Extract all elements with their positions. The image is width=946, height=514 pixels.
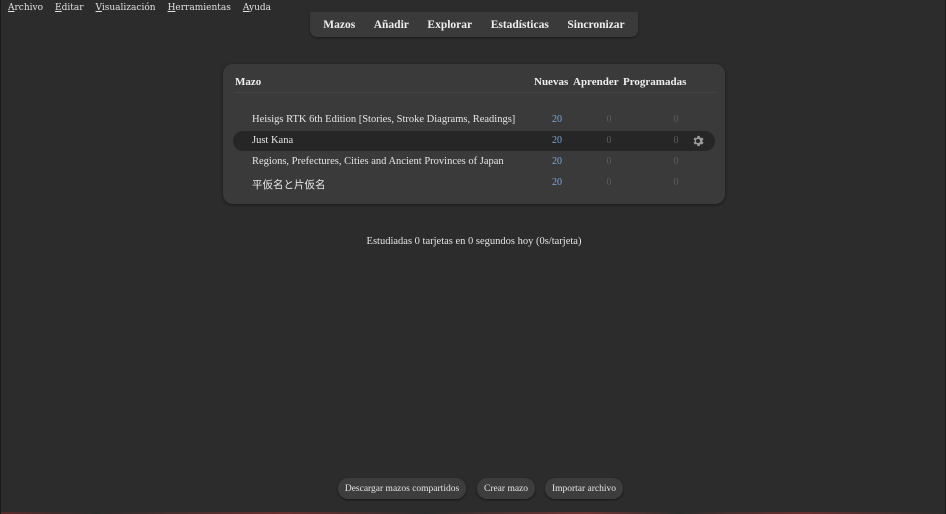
menu-herramientas[interactable]: Herramientas: [167, 3, 232, 13]
header-due: Programadas: [623, 76, 687, 88]
header-learn: Aprender: [573, 76, 619, 88]
deck-row-current[interactable]: Just Kana 20 0 0: [233, 131, 715, 151]
deck-name-link[interactable]: Heisigs RTK 6th Edition [Stories, Stroke…: [252, 114, 515, 125]
deck-row[interactable]: Regions, Prefectures, Cities and Ancient…: [233, 152, 715, 172]
deck-name-link[interactable]: 平仮名と片仮名: [252, 177, 326, 192]
new-count: 20: [552, 135, 562, 146]
toolbar-decks-button[interactable]: Mazos: [321, 17, 357, 33]
menu-ayuda[interactable]: Ayuda: [242, 3, 272, 13]
header-new: Nuevas: [534, 76, 569, 88]
toolbar-stats-button[interactable]: Estadísticas: [489, 17, 551, 33]
get-shared-decks-button[interactable]: Descargar mazos compartidos: [338, 478, 466, 499]
toolbar-browse-button[interactable]: Explorar: [425, 17, 474, 33]
menu-editar[interactable]: Editar: [54, 3, 85, 13]
top-toolbar: Mazos Añadir Explorar Estadísticas Sincr…: [310, 12, 638, 37]
menu-visualizacion[interactable]: Visualización: [95, 3, 157, 13]
study-stats-text: Estudiadas 0 tarjetas en 0 segundos hoy …: [366, 236, 582, 247]
toolbar-sync-button[interactable]: Sincronizar: [565, 17, 626, 33]
menu-archivo[interactable]: Archivo: [7, 3, 44, 13]
learn-count: 0: [606, 177, 612, 188]
due-count: 0: [673, 156, 679, 167]
new-count: 20: [552, 114, 562, 125]
deck-row[interactable]: 平仮名と片仮名 20 0 0: [233, 173, 715, 193]
due-count: 0: [673, 114, 679, 125]
gear-icon[interactable]: [691, 134, 705, 148]
learn-count: 0: [606, 156, 612, 167]
bottom-button-bar: Descargar mazos compartidos Crear mazo I…: [1, 478, 946, 500]
header-divider: [235, 92, 715, 93]
due-count: 0: [673, 177, 679, 188]
deck-name-link[interactable]: Regions, Prefectures, Cities and Ancient…: [252, 156, 504, 167]
new-count: 20: [552, 177, 562, 188]
new-count: 20: [552, 156, 562, 167]
deck-name-link[interactable]: Just Kana: [252, 135, 293, 146]
import-file-button[interactable]: Importar archivo: [545, 478, 623, 499]
learn-count: 0: [606, 135, 612, 146]
deck-row[interactable]: Heisigs RTK 6th Edition [Stories, Stroke…: [233, 110, 715, 130]
due-count: 0: [673, 135, 679, 146]
deck-table-header: Mazo Nuevas Aprender Programadas: [235, 74, 715, 92]
header-deck: Mazo: [235, 76, 262, 88]
deck-list-panel: Mazo Nuevas Aprender Programadas Heisigs…: [223, 64, 725, 204]
toolbar-add-button[interactable]: Añadir: [372, 17, 411, 33]
learn-count: 0: [606, 114, 612, 125]
anki-main-window: Archivo Editar Visualización Herramienta…: [0, 0, 946, 514]
create-deck-button[interactable]: Crear mazo: [477, 478, 535, 499]
